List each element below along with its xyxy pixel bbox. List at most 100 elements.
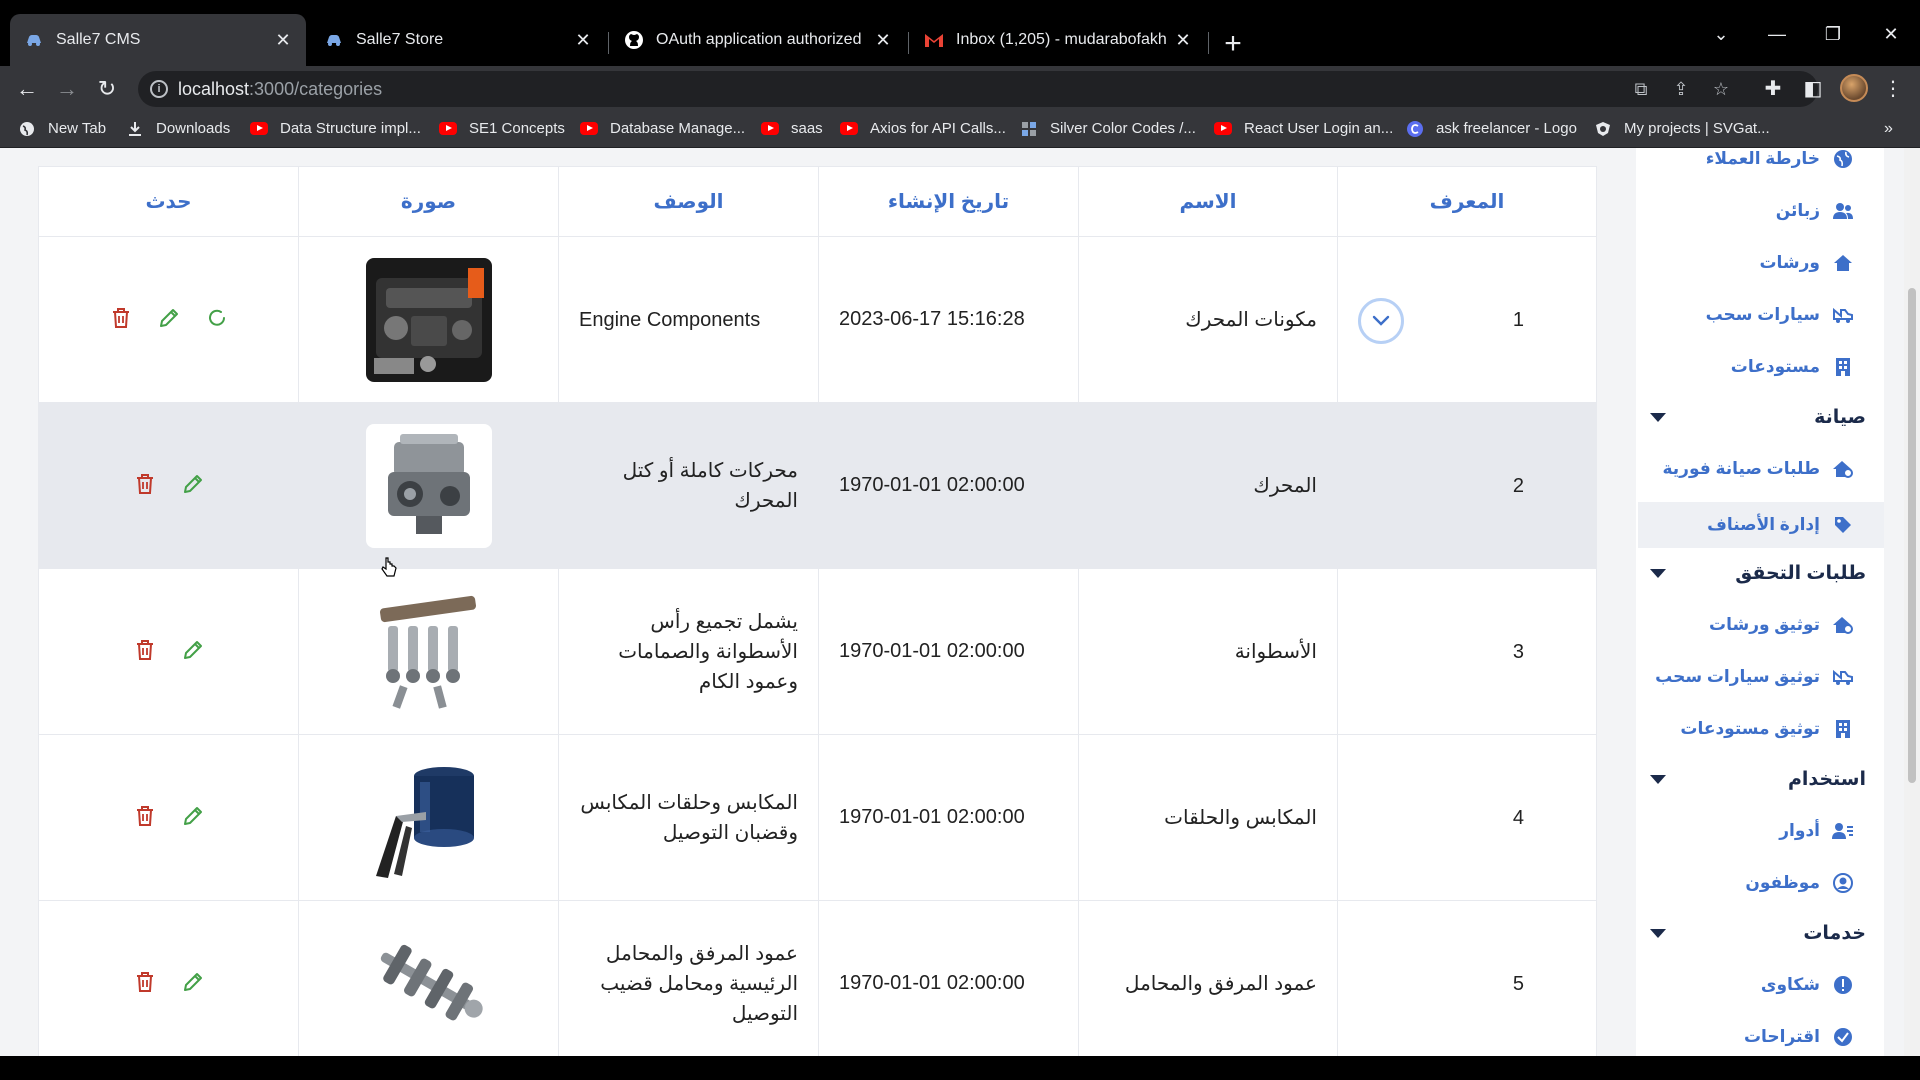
sidebar-item-employees[interactable]: موظفون — [1745, 872, 1854, 894]
table-row[interactable]: 5 عمود المرفق والمحامل 1970-01-01 02:00:… — [38, 900, 1597, 1056]
column-header-description[interactable]: الوصف — [558, 166, 819, 237]
delete-icon[interactable] — [132, 471, 158, 497]
cell-description: Engine Components — [558, 236, 819, 403]
forward-icon[interactable]: → — [52, 74, 82, 104]
mouse-cursor-icon — [381, 557, 397, 577]
bookmark-se1-concepts[interactable]: SE1 Concepts — [439, 120, 565, 137]
table-row[interactable]: 4 المكابس والحلقات 1970-01-01 02:00:00 ا… — [38, 734, 1597, 901]
sidebar-section-services[interactable]: خدمات — [1650, 922, 1866, 945]
sidebar-item-warehouses[interactable]: مستودعات — [1731, 356, 1854, 378]
refresh-icon[interactable] — [204, 305, 230, 331]
delete-icon[interactable] — [108, 305, 134, 331]
cell-name: مكونات المحرك — [1078, 236, 1338, 403]
new-tab-button[interactable]: + — [1218, 29, 1248, 60]
globe-icon — [1832, 148, 1854, 170]
engine-bay-image[interactable] — [365, 257, 492, 382]
crankshaft-image[interactable] — [365, 921, 492, 1046]
edit-pencil-icon[interactable] — [180, 471, 206, 497]
tab-search-icon[interactable]: ⌄ — [1706, 24, 1736, 45]
edit-pencil-icon[interactable] — [156, 305, 182, 331]
share-icon[interactable]: ⇪ — [1670, 79, 1692, 101]
bookmark-saas[interactable]: saas — [761, 120, 823, 137]
cell-name: المحرك — [1078, 402, 1338, 569]
bookmarks-overflow-icon[interactable]: » — [1884, 120, 1893, 138]
minimize-icon[interactable]: — — [1762, 24, 1792, 45]
side-panel-icon[interactable]: ◧ — [1800, 76, 1826, 102]
sidebar-item-tow-trucks[interactable]: سيارات سحب — [1706, 304, 1854, 326]
page-scrollbar[interactable] — [1904, 148, 1920, 1056]
bookmark-silver-color-codes[interactable]: Silver Color Codes /... — [1020, 120, 1196, 137]
tab-salle7-cms[interactable]: Salle7 CMS ✕ — [10, 14, 306, 66]
engine-block-image[interactable] — [365, 423, 492, 548]
sidebar-item-verify-tow-trucks[interactable]: توثيق سيارات سحب — [1655, 666, 1854, 688]
site-info-icon[interactable]: i — [150, 80, 168, 98]
column-header-name[interactable]: الاسم — [1078, 166, 1338, 237]
extensions-icon[interactable]: ✚ — [1760, 76, 1786, 102]
sidebar-item-suggestions[interactable]: اقتراحات — [1744, 1026, 1854, 1048]
tab-oauth[interactable]: OAuth application authorized ✕ — [610, 14, 906, 66]
piston-ring-image[interactable] — [365, 755, 492, 880]
close-tab-icon[interactable]: ✕ — [874, 30, 892, 50]
bookmark-ask-freelancer[interactable]: ask freelancer - Logo — [1406, 120, 1577, 137]
bookmark-svgator[interactable]: My projects | SVGat... — [1594, 120, 1770, 137]
delete-icon[interactable] — [132, 637, 158, 663]
edit-pencil-icon[interactable] — [180, 803, 206, 829]
table-row[interactable]: 3 الأسطوانة 1970-01-01 02:00:00 يشمل تجم… — [38, 568, 1597, 735]
bookmark-data-structure[interactable]: Data Structure impl... — [250, 120, 421, 137]
table-row[interactable]: 2 المحرك 1970-01-01 02:00:00 محركات كامل… — [38, 402, 1597, 569]
menu-kebab-icon[interactable]: ⋮ — [1880, 76, 1906, 102]
column-header-created[interactable]: تاريخ الإنشاء — [818, 166, 1079, 237]
column-header-id[interactable]: المعرف — [1337, 166, 1597, 237]
exclamation-icon — [1832, 974, 1854, 996]
sidebar-item-customers[interactable]: زبائن — [1776, 200, 1854, 222]
column-header-image: صورة — [298, 166, 559, 237]
delete-icon[interactable] — [132, 969, 158, 995]
cylinder-head-image[interactable] — [365, 589, 492, 714]
delete-icon[interactable] — [132, 803, 158, 829]
edit-pencil-icon[interactable] — [180, 969, 206, 995]
close-tab-icon[interactable]: ✕ — [274, 30, 292, 50]
sidebar-section-maintenance[interactable]: صيانة — [1650, 406, 1866, 429]
tow-truck-icon — [1832, 666, 1854, 688]
sidebar-item-customer-map[interactable]: خارطة العملاء — [1706, 148, 1854, 170]
bookmark-new-tab[interactable]: New Tab — [18, 120, 106, 137]
table-row[interactable]: 1 مكونات المحرك 2023-06-17 15:16:28 Engi… — [38, 236, 1597, 403]
tab-gmail-inbox[interactable]: Inbox (1,205) - mudarabofakher@ ✕ — [910, 14, 1206, 66]
sidebar-section-verification-requests[interactable]: طلبات التحقق — [1650, 562, 1866, 585]
bookmark-react-user-login[interactable]: React User Login an... — [1214, 120, 1393, 137]
cell-actions — [38, 900, 299, 1056]
reload-icon[interactable]: ↻ — [92, 74, 122, 104]
address-bar[interactable]: i localhost:3000/categories ⧉ ⇪ ☆ — [138, 71, 1818, 107]
row-id: 4 — [1512, 807, 1524, 829]
tab-title: Salle7 Store — [356, 31, 444, 48]
close-tab-icon[interactable]: ✕ — [1174, 30, 1192, 50]
bookmark-database-manage[interactable]: Database Manage... — [580, 120, 745, 137]
sidebar-item-verify-warehouses[interactable]: توثيق مستودعات — [1680, 718, 1854, 740]
edit-pencil-icon[interactable] — [180, 637, 206, 663]
close-window-icon[interactable]: ✕ — [1876, 24, 1906, 45]
bookmark-star-icon[interactable]: ☆ — [1710, 79, 1732, 101]
cell-created: 1970-01-01 02:00:00 — [818, 734, 1079, 901]
sidebar-item-manage-categories[interactable]: إدارة الأصناف — [1638, 502, 1884, 548]
sidebar-item-complaints[interactable]: شكاوى — [1761, 974, 1854, 996]
cell-id: 5 — [1337, 900, 1597, 1056]
avatar[interactable] — [1840, 74, 1868, 102]
close-tab-icon[interactable]: ✕ — [574, 30, 592, 50]
sidebar-item-roles[interactable]: أدوار — [1779, 820, 1854, 842]
translate-icon[interactable]: ⧉ — [1630, 79, 1652, 101]
cell-created: 2023-06-17 15:16:28 — [818, 236, 1079, 403]
bookmark-axios[interactable]: Axios for API Calls... — [840, 120, 1006, 137]
bookmark-downloads[interactable]: Downloads — [126, 120, 230, 137]
back-icon[interactable]: ← — [12, 74, 42, 104]
sidebar-item-instant-maintenance[interactable]: طلبات صيانة فورية — [1662, 458, 1854, 480]
tab-salle7-store[interactable]: Salle7 Store ✕ — [310, 14, 606, 66]
sidebar-item-workshops[interactable]: ورشات — [1759, 252, 1854, 274]
sidebar-section-usage[interactable]: استخدام — [1650, 768, 1866, 791]
scrollbar-thumb[interactable] — [1908, 288, 1916, 783]
github-icon — [624, 30, 644, 50]
sidebar-item-verify-workshops[interactable]: توثيق ورشات — [1709, 614, 1854, 636]
cell-actions — [38, 402, 299, 569]
tab-title: Salle7 CMS — [56, 31, 141, 48]
expand-row-button[interactable] — [1358, 298, 1404, 344]
restore-icon[interactable]: ❐ — [1818, 24, 1848, 45]
